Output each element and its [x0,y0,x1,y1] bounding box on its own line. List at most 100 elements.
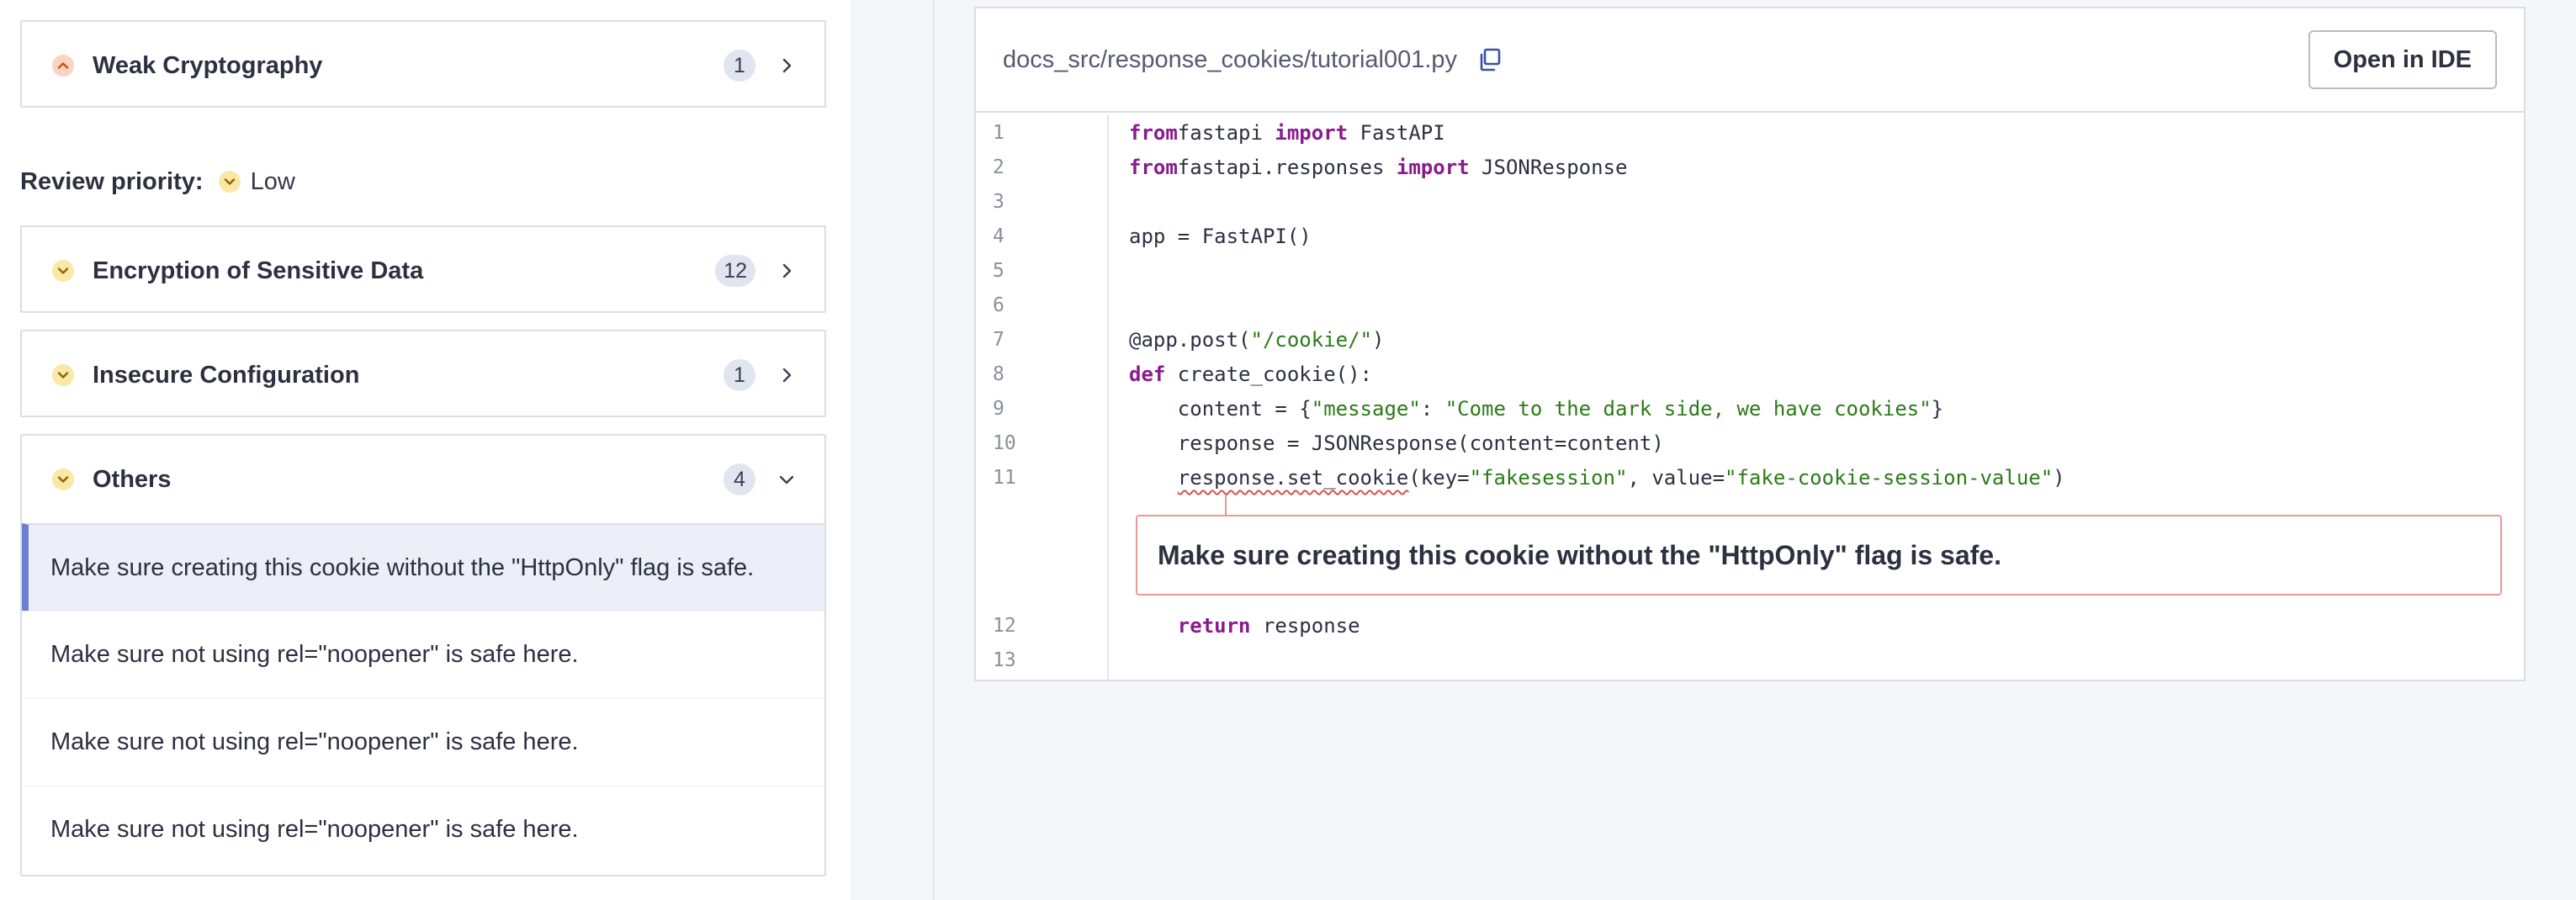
code-token: app = FastAPI() [1129,225,1312,248]
code-token: "fakesession" [1469,466,1628,490]
code-line: 10 response = JSONResponse(content=conte… [976,426,2524,460]
code-token: "message" [1311,397,1421,421]
hotspot-list-panel: Weak Cryptography 1 Review priority: Low… [0,0,852,900]
flagged-code-token: response.set_cookie [1177,466,1409,490]
code-line: 9 content = {"message": "Come to the dar… [976,392,2524,426]
code-line: 7 @app.post("/cookie/") [976,323,2524,357]
issue-connector [1225,495,1227,516]
file-path: docs_src/response_cookies/tutorial001.py [1003,45,1458,73]
code-line: 13 [976,643,2524,677]
code-line: 2 fromfastapi.responses import JSONRespon… [976,151,2524,184]
low-priority-icon [52,364,74,386]
code-line: 8 def create_cookie(): [976,357,2524,391]
line-number: 3 [993,191,1004,213]
open-in-ide-button[interactable]: Open in IDE [2308,30,2497,89]
category-title: Insecure Configuration [93,361,360,389]
line-number: 6 [993,294,1004,316]
hotspot-item[interactable]: Make sure not using rel="noopener" is sa… [22,698,824,786]
line-number: 10 [993,432,1016,454]
chevron-down-icon[interactable] [774,467,799,492]
line-source: fromfastapi.responses import JSONRespons… [1129,151,1627,184]
code-panel: docs_src/response_cookies/tutorial001.py… [851,0,2576,900]
code-line: 11 response.set_cookie(key="fakesession"… [976,461,2524,495]
line-source: response.set_cookie(key="fakesession", v… [1129,461,2065,495]
code-line: 4 app = FastAPI() [976,220,2524,253]
line-source: fromfastapi import FastAPI [1129,116,1445,150]
review-priority-label: Review priority: [20,167,204,195]
line-source: return response [1129,609,1360,643]
count-badge: 1 [724,359,755,391]
code-area: Make sure creating this cookie without t… [976,114,2524,680]
low-priority-icon [52,260,74,282]
line-source: app = FastAPI() [1129,220,1312,253]
hotspot-item[interactable]: Make sure not using rel="noopener" is sa… [22,786,824,873]
code-token: ) [2053,466,2065,490]
code-token: , value= [1627,466,1725,490]
line-number: 8 [993,363,1004,385]
hotspot-item[interactable]: Make sure not using rel="noopener" is sa… [22,611,824,698]
review-priority: Review priority: Low [20,165,295,199]
category-others: Others 4 Make sure creating this cookie … [20,434,826,876]
category-weak-cryptography[interactable]: Weak Cryptography 1 [20,20,826,108]
code-token: from [1129,121,1178,145]
chevron-right-icon[interactable] [774,363,799,388]
category-title: Encryption of Sensitive Data [93,257,424,284]
code-token: def [1129,363,1166,386]
line-number: 11 [993,467,1016,489]
code-token: JSONResponse [1469,156,1628,179]
code-token: fastapi.responses [1177,156,1397,179]
count-badge: 4 [724,463,755,495]
line-number: 7 [993,329,1004,351]
line-source: @app.post("/cookie/") [1129,323,1384,357]
low-priority-icon [218,171,241,193]
code-line: 3 [976,185,2524,219]
category-title: Weak Cryptography [93,51,323,79]
code-token: ) [1372,328,1385,352]
code-token: (key= [1408,466,1470,490]
line-number: 2 [993,156,1004,178]
code-line: 12 return response [976,609,2524,643]
code-token: import [1275,121,1349,145]
hotspot-item-selected[interactable]: Make sure creating this cookie without t… [22,523,824,611]
code-token: create_cookie(): [1165,363,1372,386]
code-token: content = { [1129,397,1312,421]
code-token: FastAPI [1348,121,1445,145]
line-source: response = JSONResponse(content=content) [1129,426,1664,460]
copy-icon[interactable] [1476,45,1504,74]
chevron-right-icon[interactable] [774,258,799,283]
line-number: 13 [993,649,1016,671]
code-token: import [1396,156,1470,179]
code-token: "Come to the dark side, we have cookies" [1444,397,1932,421]
hotspot-list: Make sure creating this cookie without t… [22,523,824,873]
code-token: : [1420,397,1445,421]
chevron-right-icon[interactable] [774,53,799,78]
line-source: def create_cookie(): [1129,357,1372,391]
line-number: 12 [993,615,1016,637]
code-line: 6 [976,289,2524,322]
code-token: response [1250,614,1360,638]
code-token: return [1177,614,1251,638]
category-others-header[interactable]: Others 4 [22,436,824,523]
code-line: 5 [976,254,2524,288]
code-line: 1 fromfastapi import FastAPI [976,116,2524,150]
code-token: "/cookie/" [1250,328,1373,352]
low-priority-icon [52,469,74,490]
line-number: 1 [993,122,1004,144]
code-token: @app.post( [1129,328,1251,352]
code-token: response = JSONResponse(content=content) [1129,431,1664,455]
divider [933,0,935,900]
issue-message-box[interactable]: Make sure creating this cookie without t… [1136,515,2502,596]
count-badge: 1 [724,50,755,82]
high-priority-icon [52,55,74,77]
category-encryption-of-sensitive-data[interactable]: Encryption of Sensitive Data 12 [20,225,826,313]
code-viewer-header: docs_src/response_cookies/tutorial001.py… [976,8,2524,113]
review-priority-value: Low [250,167,295,195]
category-insecure-configuration[interactable]: Insecure Configuration 1 [20,330,826,417]
line-number: 9 [993,398,1004,420]
line-number: 5 [993,260,1004,282]
code-viewer: docs_src/response_cookies/tutorial001.py… [974,7,2526,681]
code-token: from [1129,156,1178,179]
code-token: fastapi [1177,121,1275,145]
